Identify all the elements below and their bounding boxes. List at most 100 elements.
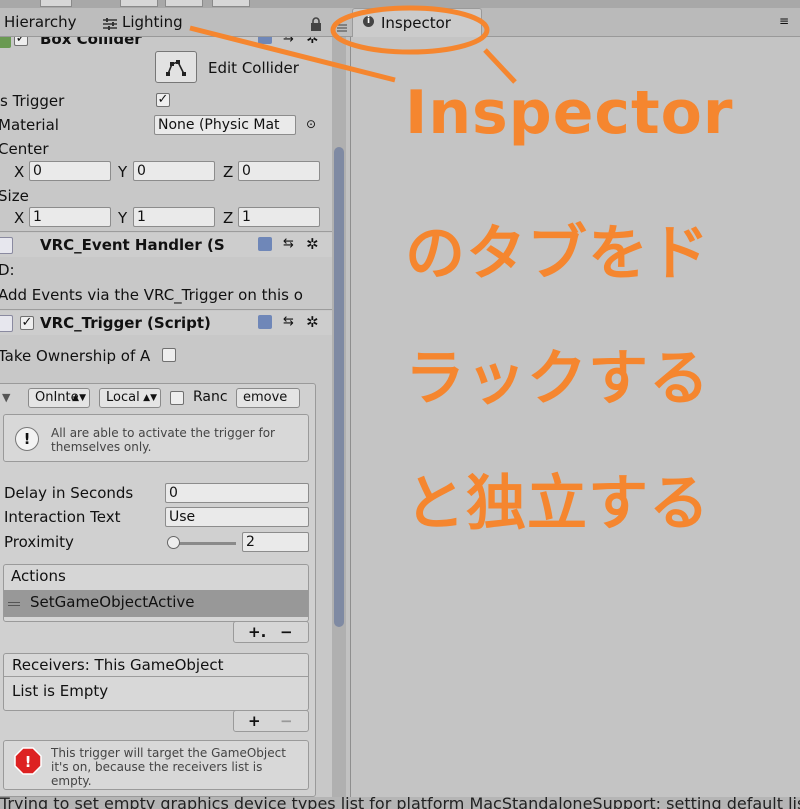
status-message: Trying to set empty graphics device type… (0, 797, 800, 809)
annotation-line-3: ラックする (405, 344, 710, 414)
remove-button[interactable]: emove (236, 388, 300, 408)
script-icon (0, 315, 13, 332)
preset-icon[interactable]: ⇆ (283, 37, 294, 45)
receivers-footer: + − (233, 710, 309, 732)
proximity-field[interactable]: 2 (242, 532, 309, 552)
event-handler-info: Add Events via the VRC_Trigger on this o (0, 286, 303, 304)
add-receiver-button[interactable]: + (248, 712, 261, 730)
actions-footer: +. − (233, 621, 309, 643)
warning-text: This trigger will target the GameObject … (51, 746, 286, 788)
menu-icon[interactable] (337, 18, 347, 37)
size-z-field[interactable]: 1 (238, 207, 320, 227)
action-row[interactable]: SetGameObjectActive (4, 590, 308, 617)
receivers-header: Receivers: This GameObject (12, 656, 224, 674)
edit-collider-icon (166, 60, 186, 76)
preset-icon[interactable]: ⇆ (283, 236, 294, 251)
center-x-label: X (14, 163, 25, 181)
trigger-event-dropdown[interactable]: OnInte ▲▼ (28, 388, 90, 408)
take-ownership-label: Take Ownership of A (0, 347, 151, 365)
tab-lighting[interactable]: Lighting (122, 13, 183, 31)
interaction-text-field[interactable]: Use (165, 507, 309, 527)
add-action-button[interactable]: +. (248, 623, 266, 641)
center-label: Center (0, 140, 49, 158)
delay-label: Delay in Seconds (4, 484, 134, 502)
broadcast-dropdown[interactable]: Local ▲▼ (99, 388, 161, 408)
warning-icon: ! (14, 747, 42, 775)
annotation-line-4: と独立する (405, 469, 710, 539)
foldout-arrow-icon[interactable]: ▼ (2, 391, 10, 404)
svg-text:!: ! (25, 753, 32, 771)
size-y-label: Y (118, 209, 128, 227)
is-trigger-label: s Trigger (0, 92, 65, 110)
delay-field[interactable]: 0 (165, 483, 309, 503)
collider-icon (0, 37, 11, 48)
is-trigger-checkbox[interactable]: ✓ (156, 93, 170, 107)
gear-icon[interactable]: ✲ (306, 37, 319, 47)
event-handler-title: VRC_Event Handler (S (40, 236, 225, 254)
help-icon[interactable] (258, 37, 272, 44)
vrc-trigger-header[interactable]: ✓ VRC_Trigger (Script) ⇆ ✲ (0, 311, 332, 335)
center-z-label: Z (223, 163, 234, 181)
edit-collider-label: Edit Collider (208, 59, 299, 77)
left-scrollbar[interactable] (332, 37, 346, 797)
menu-icon[interactable]: ≡ (779, 14, 789, 28)
tab-inspector[interactable]: i Inspector (352, 8, 482, 37)
divider (0, 231, 332, 232)
inspector-panel (350, 37, 800, 797)
box-collider-title: Box Collider (40, 37, 142, 48)
info-box: ! All are able to activate the trigger f… (3, 414, 309, 462)
size-y-field[interactable]: 1 (133, 207, 215, 227)
box-collider-enabled-checkbox[interactable]: ✓ (14, 37, 28, 46)
annotation-line-1: Inspector (405, 78, 734, 148)
console-status-bar[interactable]: Trying to set empty graphics device type… (0, 797, 800, 809)
warning-box: ! This trigger will target the GameObjec… (3, 740, 309, 790)
drag-handle-icon[interactable] (8, 602, 20, 603)
toolbar-button[interactable] (165, 0, 203, 7)
action-item-label: SetGameObjectActive (30, 593, 195, 611)
divider (4, 676, 308, 677)
toolbar-button[interactable] (120, 0, 158, 7)
random-checkbox[interactable] (170, 391, 184, 405)
info-icon: i (363, 16, 374, 27)
event-handler-header[interactable]: VRC_Event Handler (S ⇆ ✲ (0, 233, 332, 257)
size-x-field[interactable]: 1 (29, 207, 111, 227)
lighting-icon (102, 16, 118, 35)
tab-hierarchy[interactable]: Hierarchy (4, 13, 77, 31)
help-icon[interactable] (258, 315, 272, 329)
center-x-field[interactable]: 0 (29, 161, 111, 181)
actions-header: Actions (11, 567, 66, 585)
toolbar-strip (0, 0, 800, 8)
material-label: Material (0, 116, 59, 134)
vrc-trigger-title: VRC_Trigger (Script) (40, 314, 211, 332)
left-tab-bar: Hierarchy Lighting (0, 8, 350, 37)
center-y-field[interactable]: 0 (133, 161, 215, 181)
random-label: Ranc (193, 389, 228, 405)
vrc-trigger-enabled-checkbox[interactable]: ✓ (20, 316, 34, 330)
size-z-label: Z (223, 209, 234, 227)
tab-inspector-label: Inspector (381, 14, 451, 32)
material-field[interactable]: None (Physic Mat (154, 115, 296, 135)
lock-icon[interactable] (310, 16, 322, 35)
gear-icon[interactable]: ✲ (306, 235, 319, 253)
info-icon: ! (15, 427, 39, 451)
remove-receiver-button[interactable]: − (280, 712, 293, 730)
object-picker-icon[interactable]: ⊙ (306, 117, 316, 131)
preset-icon[interactable]: ⇆ (283, 314, 294, 329)
remove-action-button[interactable]: − (280, 623, 293, 641)
gear-icon[interactable]: ✲ (306, 313, 319, 331)
toolbar-button[interactable] (212, 0, 250, 7)
center-y-label: Y (118, 163, 128, 181)
edit-collider-button[interactable] (155, 51, 197, 83)
scrollbar-thumb[interactable] (334, 147, 344, 627)
size-label: Size (0, 187, 29, 205)
info-text: All are able to activate the trigger for… (51, 426, 275, 454)
proximity-label: Proximity (4, 533, 74, 551)
toolbar-button[interactable] (40, 0, 72, 7)
interaction-text-label: Interaction Text (4, 508, 121, 526)
take-ownership-checkbox[interactable] (162, 348, 176, 362)
script-icon (0, 237, 13, 254)
hierarchy-inspector-pane: ✓ Box Collider ⇆ ✲ Edit Collider s Trigg… (0, 37, 332, 797)
help-icon[interactable] (258, 237, 272, 251)
receivers-empty-text: List is Empty (12, 682, 109, 700)
center-z-field[interactable]: 0 (238, 161, 320, 181)
